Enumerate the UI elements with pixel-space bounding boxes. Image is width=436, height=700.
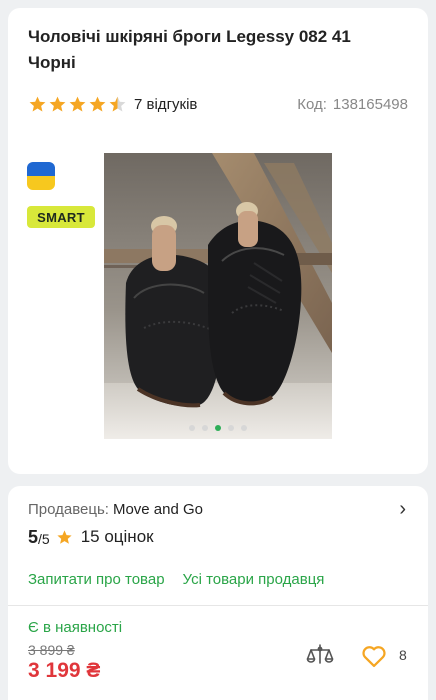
product-card: Чоловічі шкіряні броги Legessy 082 41 Чо… [8, 8, 428, 474]
gallery-dot[interactable] [228, 425, 234, 431]
star-full-icon [29, 96, 46, 112]
gallery-dot[interactable] [241, 425, 247, 431]
seller-score: 5 /5 15 оцінок [28, 525, 154, 549]
product-photo [104, 153, 332, 439]
favorite-button[interactable] [360, 642, 388, 670]
ask-about-product-link[interactable]: Запитати про товар [28, 571, 165, 588]
product-code-label: Код: [297, 95, 327, 113]
seller-card: Продавець: Move and Go › 5 /5 15 оцінок … [8, 486, 428, 700]
availability-status: Є в наявності [28, 619, 123, 636]
gallery-dot-active[interactable] [215, 425, 221, 431]
star-full-icon [69, 96, 86, 112]
reviews-link[interactable]: 7 відгуків [134, 96, 197, 113]
old-price: 3 899 ₴ [28, 642, 75, 658]
ukraine-flag-icon [27, 162, 55, 190]
star-full-icon [57, 529, 72, 544]
favorites-count: 8 [399, 647, 407, 663]
seller-links: Запитати про товар Усі товари продавця [28, 568, 324, 590]
seller-score-max: /5 [38, 530, 50, 547]
heart-icon [362, 646, 386, 668]
product-title: Чоловічі шкіряні броги Legessy 082 41 Чо… [28, 27, 351, 72]
seller-ratings-count: 15 оцінок [80, 527, 154, 546]
compare-scales-icon [306, 644, 334, 664]
smart-badge-label: SMART [37, 209, 85, 225]
rating-row: 7 відгуків Код: 138165498 [28, 93, 408, 115]
divider [8, 605, 428, 606]
current-price: 3 199 ₴ [28, 659, 101, 682]
compare-button[interactable] [305, 641, 335, 671]
rating-stars[interactable] [28, 95, 128, 114]
gallery-dot[interactable] [189, 425, 195, 431]
seller-name[interactable]: Move and Go [113, 501, 203, 518]
gallery-dot[interactable] [202, 425, 208, 431]
star-full-icon [89, 96, 106, 112]
product-code-value: 138165498 [332, 95, 408, 113]
seller-row[interactable]: Продавець: Move and Go › [28, 498, 406, 520]
product-code: Код: 138165498 [297, 96, 408, 113]
chevron-right-icon[interactable]: › [399, 499, 406, 519]
star-half-icon [109, 96, 126, 112]
star-full-icon [49, 96, 66, 112]
seller-score-value: 5 [28, 526, 39, 547]
seller-label: Продавець: [28, 500, 109, 518]
all-seller-products-link[interactable]: Усі товари продавця [183, 571, 325, 588]
gallery-pagination [104, 425, 332, 431]
product-image-gallery[interactable] [104, 153, 332, 439]
smart-badge: SMART [27, 206, 95, 228]
